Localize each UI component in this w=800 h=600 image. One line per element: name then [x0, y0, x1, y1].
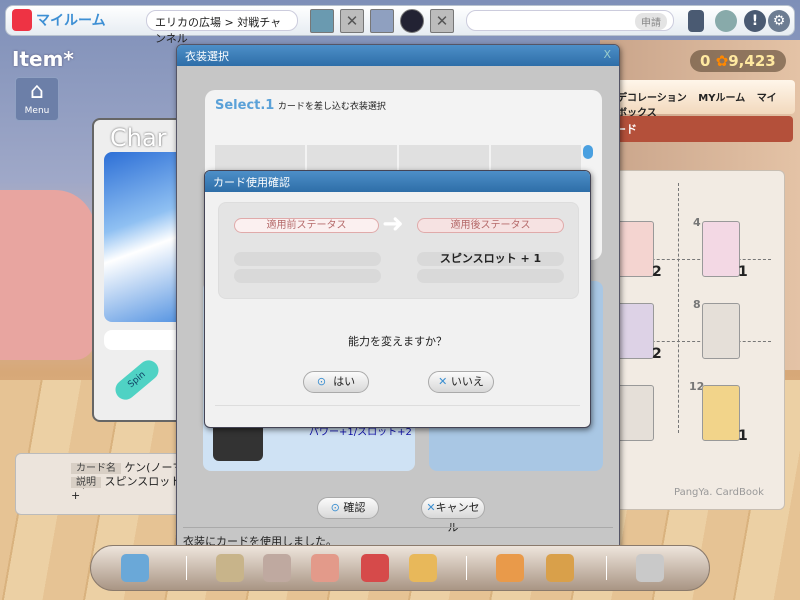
empty-slot-x-icon[interactable]: ✕ — [340, 9, 364, 33]
menu-decoration[interactable]: デコレーション — [617, 93, 687, 104]
coin-counter: 0 ✿9,423 — [690, 50, 786, 72]
card-count: 1 — [738, 428, 748, 444]
friend-icon[interactable] — [715, 10, 737, 32]
card-number: 8 — [693, 298, 701, 311]
dialog-title: カード使用確認 — [213, 176, 290, 189]
card-tab[interactable]: ード — [605, 116, 793, 142]
cookie-icon: ✿ — [715, 52, 729, 70]
exit-icon[interactable] — [121, 554, 149, 582]
card-slot[interactable] — [616, 303, 654, 359]
card-info-panel: カード名 ケン(ノーマル) 説明 スピンスロット+ — [15, 453, 185, 515]
room-menu: デコレーション MYルーム マイボックス — [605, 80, 795, 119]
sofa — [0, 190, 95, 360]
card-desc-label: 説明 — [71, 477, 101, 488]
coins-a: 0 — [700, 52, 711, 70]
after-status-value: スピンスロット + 1 — [417, 252, 564, 266]
bottom-toolbar — [90, 545, 710, 591]
ball-slot[interactable] — [400, 9, 424, 33]
card-book: 2 4 1 2 8 12 1 PangYa. CardBook — [595, 170, 785, 510]
empty-slot-x-icon[interactable]: ✕ — [430, 9, 454, 33]
no-button[interactable]: ✕ いいえ — [428, 371, 494, 393]
card-book-label: PangYa. CardBook — [674, 487, 764, 498]
club-slot[interactable] — [370, 9, 394, 33]
status-compare: 適用前ステータス ➜ 適用後ステータス スピンスロット + 1 — [218, 202, 579, 299]
character-avatar-slot[interactable] — [310, 9, 334, 33]
spin-badge: Spin — [111, 356, 163, 404]
phone-icon[interactable] — [688, 10, 704, 32]
yes-button[interactable]: ⊙ はい — [303, 371, 369, 393]
room-logo-icon — [12, 9, 32, 31]
card-slot[interactable] — [616, 385, 654, 441]
coins-b: 9,423 — [728, 52, 776, 70]
dialog-title: 衣装選択 — [185, 50, 229, 63]
card-number: 4 — [693, 216, 701, 229]
select-title: Select.1 — [215, 98, 275, 113]
question-text: 能力を変えますか？ — [348, 335, 447, 348]
cookie-shop-icon[interactable] — [409, 554, 437, 582]
menu-label: Menu — [24, 106, 50, 116]
home-icon: ⌂ — [30, 79, 44, 104]
after-status-label: 適用後ステータス — [417, 218, 564, 233]
gear-icon[interactable]: ⚙ — [768, 10, 790, 32]
close-icon[interactable]: X — [603, 48, 611, 61]
dialog-header: 衣装選択 X — [177, 45, 619, 66]
card-count: 2 — [652, 264, 662, 280]
confirm-button[interactable]: ⊙ 確認 — [317, 497, 379, 519]
app-title: マイルーム — [36, 13, 106, 29]
card-slot[interactable] — [702, 385, 740, 441]
char-title: Char — [110, 124, 167, 152]
search-input[interactable]: 申請 — [466, 10, 674, 31]
before-status-label: 適用前ステータス — [234, 218, 379, 233]
item-title: Item* — [12, 47, 74, 71]
breadcrumb[interactable]: エリカの広場 > 対戦チャンネル — [146, 10, 298, 45]
menu-myroom[interactable]: MYルーム — [698, 93, 745, 104]
card-slot[interactable] — [702, 303, 740, 359]
select-subtitle: カードを差し込む衣装選択 — [277, 102, 386, 112]
cancel-button[interactable]: ✕キャンセル — [421, 497, 485, 534]
card-slot[interactable] — [616, 221, 654, 277]
apply-button[interactable]: 申請 — [635, 13, 667, 30]
closet-icon[interactable] — [263, 554, 291, 582]
dialog-header: カード使用確認 — [205, 171, 590, 192]
scrollbar[interactable] — [583, 145, 593, 159]
menu-button[interactable]: ⌂ Menu — [15, 77, 59, 121]
mailbox-icon[interactable] — [361, 554, 389, 582]
house-enter-icon[interactable] — [496, 554, 524, 582]
house-switch-icon[interactable] — [546, 554, 574, 582]
shop-icon[interactable] — [216, 554, 244, 582]
card-count: 2 — [652, 346, 662, 362]
card-count: 1 — [738, 264, 748, 280]
arrow-right-icon: ➜ — [382, 209, 404, 239]
card-icon[interactable] — [311, 554, 339, 582]
card-use-confirm-dialog: カード使用確認 適用前ステータス ➜ 適用後ステータス スピンスロット + 1 … — [204, 170, 591, 428]
alert-icon[interactable]: ! — [744, 10, 766, 32]
settings-plug-icon[interactable] — [636, 554, 664, 582]
card-slot[interactable] — [702, 221, 740, 277]
